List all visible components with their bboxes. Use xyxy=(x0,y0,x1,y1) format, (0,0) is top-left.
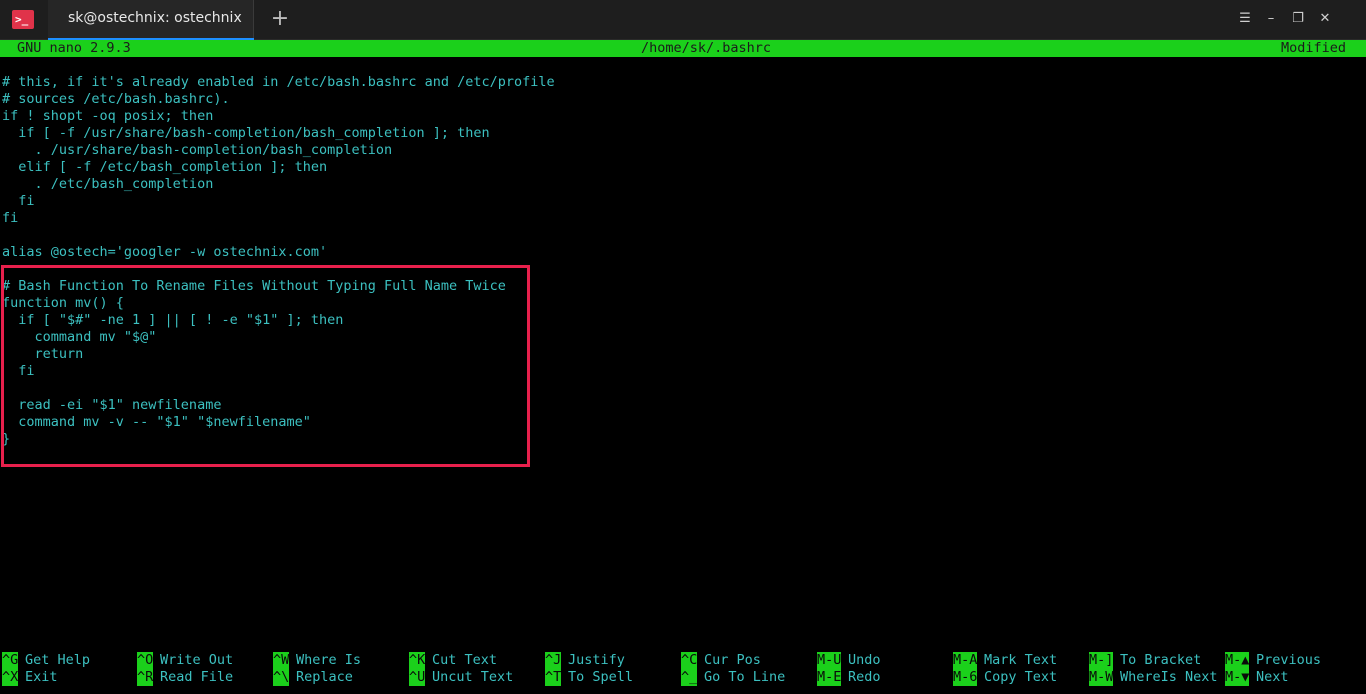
shortcut-read-file: ^R Read File xyxy=(137,669,233,686)
shortcut-label: Justify xyxy=(568,652,625,668)
restore-button[interactable]: ❐ xyxy=(1289,10,1307,28)
shortcut-key: M-E xyxy=(817,669,842,686)
editor-line[interactable]: # sources /etc/bash.bashrc). xyxy=(2,91,1362,108)
shortcut-label: Read File xyxy=(160,669,234,685)
shortcut-key: ^U xyxy=(409,669,426,686)
menu-icon[interactable]: ☰ xyxy=(1236,10,1254,28)
editor-line[interactable]: # this, if it's already enabled in /etc/… xyxy=(2,74,1362,91)
editor-line[interactable]: } xyxy=(2,431,1362,448)
shortcut-justify: ^J Justify xyxy=(545,652,625,669)
terminal-app-icon: >_ xyxy=(12,10,34,29)
shortcut-label: Cut Text xyxy=(432,652,498,668)
shortcut-label: Next xyxy=(1256,669,1289,685)
shortcut-bar: ^G Get Help ^O Write Out ^W Where Is ^K Cut Tex… xyxy=(0,652,1366,686)
new-tab-button[interactable]: + xyxy=(268,6,292,32)
shortcut-where-is: ^W Where Is xyxy=(273,652,361,669)
shortcut-label: Where Is xyxy=(296,652,362,668)
close-button[interactable]: ✕ xyxy=(1316,10,1334,28)
editor-line[interactable] xyxy=(2,261,1362,278)
shortcut-label: Go To Line xyxy=(704,669,786,685)
shortcut-label: Mark Text xyxy=(984,652,1058,668)
editor-line[interactable]: command mv "$@" xyxy=(2,329,1362,346)
shortcut-key: M-A xyxy=(953,652,978,669)
shortcut-previous: M-▲ Previous xyxy=(1225,652,1321,669)
shortcut-key: ^J xyxy=(545,652,562,669)
editor-line[interactable]: alias @ostech='googler -w ostechnix.com' xyxy=(2,244,1362,261)
shortcut-label: Cur Pos xyxy=(704,652,761,668)
shortcut-key: ^_ xyxy=(681,669,698,686)
editor-line[interactable]: if [ -f /usr/share/bash-completion/bash_… xyxy=(2,125,1362,142)
editor-line[interactable]: fi xyxy=(2,363,1362,380)
shortcut-key: ^R xyxy=(137,669,154,686)
title-bar: >_ sk@ostechnix: ostechnix + ☰ – ❐ ✕ xyxy=(0,0,1366,40)
editor-line[interactable]: fi xyxy=(2,193,1362,210)
shortcut-redo: M-E Redo xyxy=(817,669,881,686)
shortcut-write-out: ^O Write Out xyxy=(137,652,233,669)
editor-line[interactable]: if ! shopt -oq posix; then xyxy=(2,108,1362,125)
shortcut-key: ^W xyxy=(273,652,290,669)
shortcut-label: Exit xyxy=(25,669,58,685)
shortcut-label: Replace xyxy=(296,669,353,685)
editor-line[interactable]: if [ "$#" -ne 1 ] || [ ! -e "$1" ]; then xyxy=(2,312,1362,329)
file-path: /home/sk/.bashrc xyxy=(641,40,772,56)
modified-status: Modified xyxy=(1281,40,1347,56)
editor-line[interactable]: function mv() { xyxy=(2,295,1362,312)
shortcut-label: WhereIs Next xyxy=(1120,669,1218,685)
shortcut-label: To Bracket xyxy=(1120,652,1202,668)
editor-text-area[interactable]: # this, if it's already enabled in /etc/… xyxy=(2,74,1362,448)
tab-title: sk@ostechnix: ostechnix xyxy=(68,10,242,26)
shortcut-exit: ^X Exit xyxy=(2,669,58,686)
shortcut-key: ^O xyxy=(137,652,154,669)
shortcut-key: M-▼ xyxy=(1225,669,1250,686)
shortcut-label: Uncut Text xyxy=(432,669,514,685)
shortcut-whereis-next: M-W WhereIs Next xyxy=(1089,669,1218,686)
minimize-button[interactable]: – xyxy=(1262,10,1280,28)
shortcut-to-bracket: M-] To Bracket xyxy=(1089,652,1201,669)
shortcut-key: M-▲ xyxy=(1225,652,1250,669)
shortcut-key: ^K xyxy=(409,652,426,669)
shortcut-label: Redo xyxy=(848,669,881,685)
editor-line[interactable]: read -ei "$1" newfilename xyxy=(2,397,1362,414)
shortcut-key: ^\ xyxy=(273,669,290,686)
shortcut-key: ^X xyxy=(2,669,19,686)
shortcut-label: Undo xyxy=(848,652,881,668)
shortcut-get-help: ^G Get Help xyxy=(2,652,90,669)
shortcut-replace: ^\ Replace xyxy=(273,669,353,686)
shortcut-mark-text: M-A Mark Text xyxy=(953,652,1057,669)
nano-version: GNU nano 2.9.3 xyxy=(17,40,131,56)
shortcut-to-spell: ^T To Spell xyxy=(545,669,633,686)
editor-line[interactable]: # Bash Function To Rename Files Without … xyxy=(2,278,1362,295)
shortcut-go-to-line: ^_ Go To Line xyxy=(681,669,785,686)
nano-header-bar: GNU nano 2.9.3 /home/sk/.bashrc Modified xyxy=(0,40,1366,57)
shortcut-next: M-▼ Next xyxy=(1225,669,1289,686)
shortcut-key: M-6 xyxy=(953,669,978,686)
shortcut-key: M-] xyxy=(1089,652,1114,669)
shortcut-label: Previous xyxy=(1256,652,1322,668)
shortcut-undo: M-U Undo xyxy=(817,652,881,669)
editor-line[interactable] xyxy=(2,380,1362,397)
shortcut-uncut-text: ^U Uncut Text xyxy=(409,669,513,686)
tab-terminal[interactable]: sk@ostechnix: ostechnix xyxy=(48,0,254,40)
shortcut-label: Get Help xyxy=(25,652,91,668)
editor-line[interactable]: elif [ -f /etc/bash_completion ]; then xyxy=(2,159,1362,176)
shortcut-key: ^C xyxy=(681,652,698,669)
editor-line[interactable]: return xyxy=(2,346,1362,363)
shortcut-label: Write Out xyxy=(160,652,234,668)
shortcut-key: ^T xyxy=(545,669,562,686)
shortcut-cut-text: ^K Cut Text xyxy=(409,652,497,669)
shortcut-key: M-U xyxy=(817,652,842,669)
shortcut-copy-text: M-6 Copy Text xyxy=(953,669,1057,686)
editor-line[interactable] xyxy=(2,227,1362,244)
editor-line[interactable]: command mv -v -- "$1" "$newfilename" xyxy=(2,414,1362,431)
shortcut-label: Copy Text xyxy=(984,669,1058,685)
shortcut-key: ^G xyxy=(2,652,19,669)
editor-line[interactable]: . /etc/bash_completion xyxy=(2,176,1362,193)
editor-line[interactable]: fi xyxy=(2,210,1362,227)
shortcut-cur-pos: ^C Cur Pos xyxy=(681,652,761,669)
shortcut-label: To Spell xyxy=(568,669,634,685)
editor-line[interactable]: . /usr/share/bash-completion/bash_comple… xyxy=(2,142,1362,159)
shortcut-key: M-W xyxy=(1089,669,1114,686)
